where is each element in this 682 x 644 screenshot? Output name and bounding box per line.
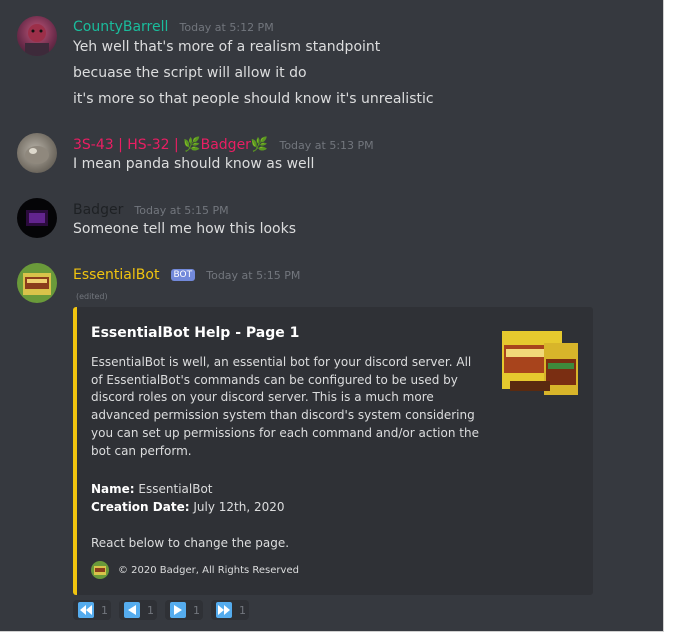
- message-line: I mean panda should know as well: [73, 156, 315, 172]
- embed-thumbnail[interactable]: [500, 323, 582, 403]
- message-line: it's more so that people should know it'…: [73, 91, 434, 107]
- timestamp: Today at 5:13 PM: [279, 139, 374, 152]
- timestamp: Today at 5:12 PM: [179, 21, 274, 34]
- timestamp: Today at 5:15 PM: [134, 204, 229, 217]
- play-icon: [170, 602, 186, 618]
- username[interactable]: 3S-43 | HS-32 | 🌿Badger🌿: [73, 137, 268, 153]
- reaction-count: 1: [239, 603, 246, 617]
- previous-icon: [124, 602, 140, 618]
- page-margin-right: [664, 0, 682, 644]
- reactions-bar: 1 1 1 1: [73, 600, 257, 620]
- rewind-icon: [78, 602, 94, 618]
- avatar-essentialbot[interactable]: [17, 263, 57, 303]
- reaction-count: 1: [193, 603, 200, 617]
- bot-embed: EssentialBot Help - Page 1 EssentialBot …: [73, 307, 593, 595]
- embed-description: EssentialBot is well, an essential bot f…: [91, 355, 479, 458]
- message-line: becuase the script will allow it do: [73, 65, 307, 81]
- avatar-countybarrell[interactable]: [17, 16, 57, 56]
- message-line: Someone tell me how this looks: [73, 221, 296, 237]
- reaction-count: 1: [101, 603, 108, 617]
- fast-forward-icon: [216, 602, 232, 618]
- username[interactable]: EssentialBot: [73, 267, 159, 283]
- footer-bot-icon: [91, 561, 109, 579]
- field-label: Name:: [91, 482, 135, 496]
- avatar-badger[interactable]: [17, 198, 57, 238]
- embed-react-text: React below to change the page.: [91, 536, 290, 550]
- footer-text: © 2020 Badger, All Rights Reserved: [118, 564, 299, 576]
- embed-field-creation-date: Creation Date: July 12th, 2020: [91, 500, 285, 514]
- reaction-previous[interactable]: 1: [119, 600, 157, 620]
- embed-field-name: Name: EssentialBot: [91, 482, 213, 496]
- username[interactable]: CountyBarrell: [73, 19, 168, 35]
- field-label: Creation Date:: [91, 500, 190, 514]
- message-line: Yeh well that's more of a realism standp…: [73, 39, 381, 55]
- field-value: EssentialBot: [138, 482, 213, 496]
- reaction-fast-forward[interactable]: 1: [211, 600, 249, 620]
- timestamp: Today at 5:15 PM: [206, 269, 301, 282]
- reaction-count: 1: [147, 603, 154, 617]
- field-value: July 12th, 2020: [193, 500, 285, 514]
- reaction-rewind[interactable]: 1: [73, 600, 111, 620]
- page-margin-bottom: [0, 632, 682, 644]
- username[interactable]: Badger: [73, 202, 123, 218]
- reaction-next[interactable]: 1: [165, 600, 203, 620]
- avatar-badger-alt[interactable]: [17, 133, 57, 173]
- edited-label: (edited): [76, 292, 108, 301]
- embed-title: EssentialBot Help - Page 1: [91, 325, 300, 341]
- bot-badge: BOT: [170, 269, 196, 281]
- embed-footer: © 2020 Badger, All Rights Reserved: [91, 561, 299, 579]
